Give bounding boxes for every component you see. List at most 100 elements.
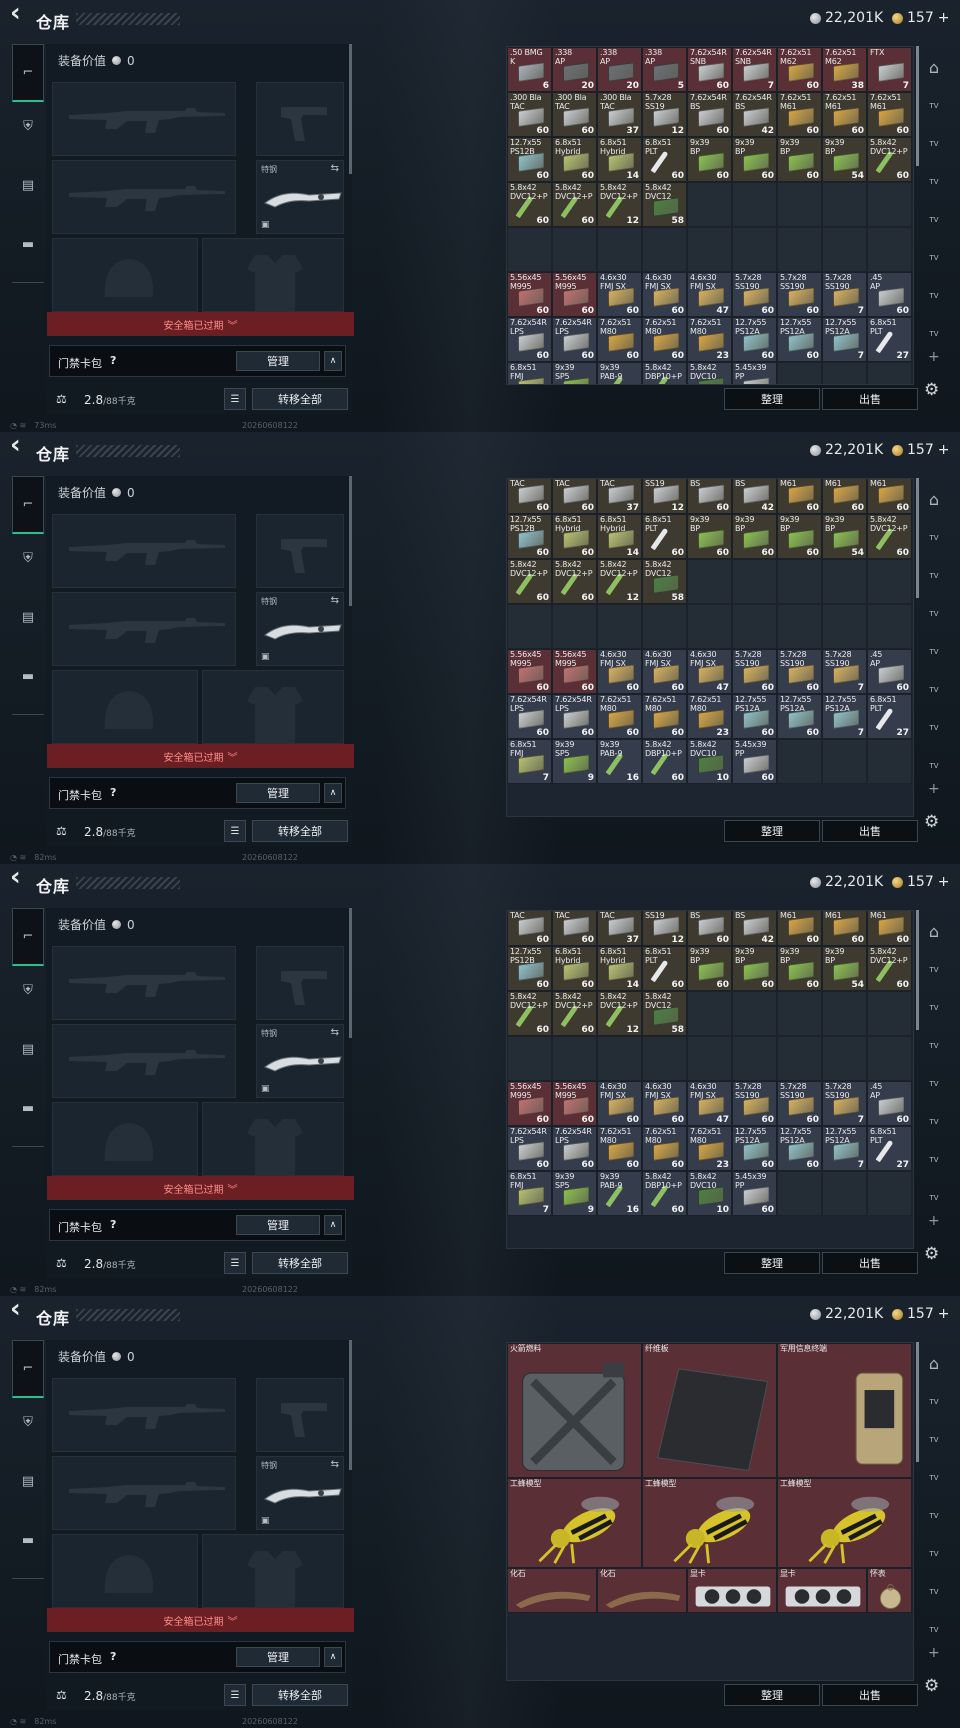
settings-gear-icon[interactable]: ⚙ [924, 812, 939, 832]
empty-cell[interactable] [732, 559, 777, 604]
ammo-item[interactable]: 12.7x55 PS12A 7 [822, 694, 867, 739]
stash-item[interactable]: 化石 [507, 1568, 597, 1613]
equipment-scrollbar[interactable] [349, 908, 352, 1038]
ammo-item[interactable]: .300 BlaTAC 37 [597, 92, 642, 137]
ammo-item[interactable]: 6.8x51 PLT 60 [642, 946, 687, 991]
ammo-item[interactable]: .45 AP 60 [867, 649, 912, 694]
ammo-item[interactable]: 5.7x28 SS190 7 [822, 272, 867, 317]
empty-cell[interactable] [507, 1613, 552, 1658]
ammo-item[interactable]: 9x39 BP 60 [732, 946, 777, 991]
ammo-item[interactable]: .300 BlaTAC 37 [597, 479, 642, 514]
ammo-item[interactable]: 5.45x39PP 60 [732, 1171, 777, 1216]
add-gold-icon[interactable]: + [938, 442, 950, 458]
empty-cell[interactable] [687, 1036, 732, 1081]
ammo-item[interactable]: .45 AP 60 [867, 1081, 912, 1126]
ammo-item[interactable]: 5.8x42 DVC12 58 [642, 991, 687, 1036]
ammo-item[interactable]: .45 AP 60 [867, 272, 912, 317]
empty-cell[interactable] [822, 227, 867, 272]
helmet-slot[interactable] [52, 238, 198, 312]
nav-armor[interactable]: ⛨ [12, 1402, 44, 1442]
ammo-item[interactable]: 6.8x51 Hybrid 60 [552, 946, 597, 991]
primary-weapon-slot[interactable] [52, 1378, 236, 1452]
ammo-item[interactable]: 9x39 BP 60 [777, 946, 822, 991]
empty-cell[interactable] [552, 1658, 597, 1680]
ammo-item[interactable]: 6.8x51 Hybrid 14 [597, 137, 642, 182]
pistol-slot[interactable] [256, 82, 344, 156]
equipment-scrollbar[interactable] [349, 476, 352, 606]
secondary-weapon-slot[interactable] [52, 592, 236, 666]
sell-button[interactable]: 出售 [822, 820, 918, 842]
ammo-item[interactable]: 7.62x51 M80 60 [597, 694, 642, 739]
ammo-item[interactable]: 7.62x51 M62 60 [777, 47, 822, 92]
stash-tab-6[interactable]: TV [922, 678, 946, 702]
swap-icon[interactable]: ⇆ [331, 1027, 339, 1038]
manage-button[interactable]: 管理 [236, 351, 320, 371]
manage-button[interactable]: 管理 [236, 1647, 320, 1667]
add-tab-icon[interactable]: + [928, 1213, 940, 1229]
nav-weapons[interactable]: ⌐ [12, 908, 44, 966]
empty-cell[interactable] [597, 1613, 642, 1658]
sell-button[interactable]: 出售 [822, 388, 918, 410]
empty-cell[interactable] [822, 739, 867, 784]
empty-cell[interactable] [777, 991, 822, 1036]
stash-item[interactable]: 火箭燃料 [507, 1343, 642, 1478]
stash-tab-3[interactable]: TV [922, 996, 946, 1020]
sort-button[interactable]: 整理 [724, 1684, 820, 1706]
ammo-item[interactable]: 12.7x55 PS12A 60 [732, 694, 777, 739]
ammo-item[interactable]: 5.8x42DBP10+P 60 [642, 739, 687, 784]
armor-slot[interactable] [202, 238, 344, 312]
ammo-item[interactable]: 9x39 BP 60 [732, 514, 777, 559]
empty-cell[interactable] [642, 604, 687, 649]
empty-cell[interactable] [822, 1171, 867, 1216]
ammo-item[interactable]: 12.7x55 PS12A 7 [822, 1126, 867, 1171]
stash-grid[interactable]: .50 BMGK6.338AP20.338AP20.338AP57.62x54R… [506, 478, 914, 817]
stash-tab-2[interactable]: TV [922, 94, 946, 118]
settings-gear-icon[interactable]: ⚙ [924, 1676, 939, 1696]
empty-cell[interactable] [867, 559, 912, 604]
ammo-item[interactable]: 5.8x42 DVC12+P 60 [867, 137, 912, 182]
ammo-item[interactable]: .300 BlaTAC 60 [507, 92, 552, 137]
empty-cell[interactable] [867, 1036, 912, 1081]
ammo-item[interactable]: 7.62x51 M80 60 [642, 1126, 687, 1171]
ammo-item[interactable]: 6.8x51 PLT 60 [642, 514, 687, 559]
ammo-item[interactable]: 7.62x51 M80 23 [687, 694, 732, 739]
empty-cell[interactable] [732, 604, 777, 649]
ammo-item[interactable]: 7.62x51 M80 60 [642, 317, 687, 362]
stash-scrollbar[interactable] [916, 1342, 919, 1462]
transfer-all-button[interactable]: 转移全部 [252, 388, 348, 410]
stash-tab-7[interactable]: TV [922, 284, 946, 308]
ammo-item[interactable]: 9x39SP5 9 [552, 1171, 597, 1216]
empty-cell[interactable] [867, 182, 912, 227]
ammo-item[interactable]: 4.6x30 FMJ SX 47 [687, 1081, 732, 1126]
ammo-item[interactable]: 7.62x54R SNB 7 [732, 47, 777, 92]
empty-cell[interactable] [507, 227, 552, 272]
ammo-item[interactable]: .338 AP 20 [597, 47, 642, 92]
ammo-item[interactable]: .300 BlaTAC 60 [507, 479, 552, 514]
ammo-item[interactable]: 9x39 BP 60 [687, 137, 732, 182]
stash-scrollbar[interactable] [916, 46, 919, 166]
ammo-item[interactable]: 5.56x45 M995 60 [552, 649, 597, 694]
nav-weapons[interactable]: ⌐ [12, 476, 44, 534]
secondary-weapon-slot[interactable] [52, 160, 236, 234]
empty-cell[interactable] [642, 1036, 687, 1081]
empty-cell[interactable] [687, 227, 732, 272]
ammo-item[interactable]: 5.56x45 M995 60 [552, 272, 597, 317]
ammo-item[interactable]: 7.62x51 M80 60 [597, 317, 642, 362]
ammo-item[interactable]: 5.45x39PP 60 [732, 739, 777, 784]
empty-cell[interactable] [687, 1613, 732, 1658]
sort-button[interactable]: 整理 [724, 388, 820, 410]
ammo-item[interactable]: 5.7x28 SS190 60 [777, 649, 822, 694]
stash-item[interactable]: 显卡 [777, 1568, 867, 1613]
ammo-item[interactable]: 5.8x42 DVC12+P 60 [867, 946, 912, 991]
ammo-item[interactable]: 4.6x30 FMJ SX 60 [642, 272, 687, 317]
ammo-item[interactable]: 7.62x54R LPS 60 [552, 694, 597, 739]
back-arrow-icon[interactable]: ‹ [10, 864, 28, 890]
ammo-item[interactable]: 7.62x51M61 60 [867, 92, 912, 137]
empty-cell[interactable] [552, 1036, 597, 1081]
empty-cell[interactable] [777, 559, 822, 604]
stash-tab-4[interactable]: TV [922, 1466, 946, 1490]
settings-gear-icon[interactable]: ⚙ [924, 380, 939, 400]
transfer-all-button[interactable]: 转移全部 [252, 1684, 348, 1706]
ammo-item[interactable]: 5.7x28 SS190 60 [777, 1081, 822, 1126]
empty-cell[interactable] [687, 182, 732, 227]
